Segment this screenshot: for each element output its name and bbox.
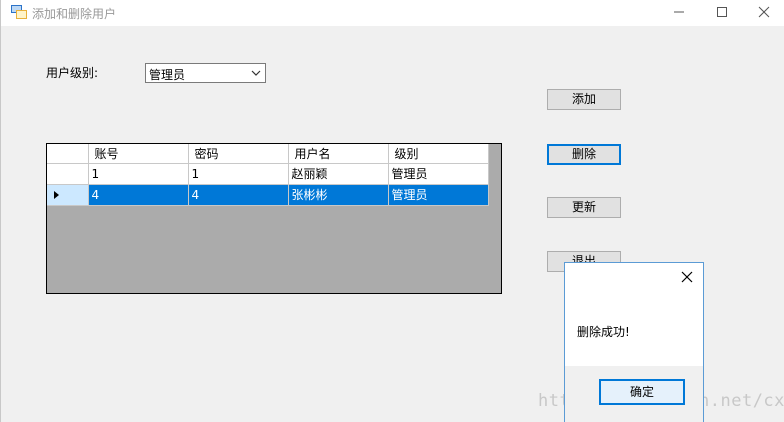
message-dialog: 删除成功! 确定 xyxy=(564,262,704,422)
main-window: 添加和删除用户 用户级别: 管理员 添加 删除 更新 退出 账号 密码 用户名 … xyxy=(0,0,784,422)
minimize-icon xyxy=(674,11,684,13)
title-bar[interactable]: 添加和删除用户 xyxy=(1,0,784,26)
delete-button[interactable]: 删除 xyxy=(547,144,621,165)
users-data-grid[interactable]: 账号 密码 用户名 级别 1 1 赵丽颖 管理员 4 4 张彬彬 管理员 xyxy=(46,143,502,294)
dialog-close-icon[interactable] xyxy=(679,269,695,285)
cell-username[interactable]: 赵丽颖 xyxy=(288,163,389,185)
maximize-button[interactable] xyxy=(699,0,745,24)
user-level-select[interactable]: 管理员 xyxy=(145,63,266,83)
column-header-level[interactable]: 级别 xyxy=(388,144,489,164)
row-header[interactable] xyxy=(47,163,89,185)
cell-level[interactable]: 管理员 xyxy=(388,163,489,185)
column-header-username[interactable]: 用户名 xyxy=(288,144,389,164)
cell-account[interactable]: 4 xyxy=(88,184,189,206)
dialog-footer: 确定 xyxy=(565,366,703,422)
cell-password[interactable]: 4 xyxy=(188,184,289,206)
users-table: 账号 密码 用户名 级别 1 1 赵丽颖 管理员 4 4 张彬彬 管理员 xyxy=(47,144,489,206)
window-title: 添加和删除用户 xyxy=(32,7,117,21)
corner-cell[interactable] xyxy=(47,144,89,164)
cell-username[interactable]: 张彬彬 xyxy=(288,184,389,206)
maximize-icon xyxy=(717,7,727,17)
ok-button[interactable]: 确定 xyxy=(599,379,685,405)
cell-account[interactable]: 1 xyxy=(88,163,189,185)
app-icon xyxy=(11,5,27,19)
current-row-arrow-icon xyxy=(54,190,59,199)
column-header-password[interactable]: 密码 xyxy=(188,144,289,164)
add-button[interactable]: 添加 xyxy=(547,89,621,110)
chevron-down-icon xyxy=(251,70,261,76)
cell-password[interactable]: 1 xyxy=(188,163,289,185)
table-row-selected[interactable]: 4 4 张彬彬 管理员 xyxy=(47,184,489,206)
table-row[interactable]: 1 1 赵丽颖 管理员 xyxy=(47,163,489,185)
close-icon xyxy=(758,6,770,18)
minimize-button[interactable] xyxy=(656,0,702,24)
update-button[interactable]: 更新 xyxy=(547,197,621,218)
cell-level[interactable]: 管理员 xyxy=(388,184,489,206)
dialog-message: 删除成功! xyxy=(577,325,630,339)
column-header-account[interactable]: 账号 xyxy=(88,144,189,164)
row-header[interactable] xyxy=(47,184,89,206)
user-level-label: 用户级别: xyxy=(46,66,99,80)
header-row: 账号 密码 用户名 级别 xyxy=(47,144,489,164)
close-button[interactable] xyxy=(741,0,784,24)
user-level-value: 管理员 xyxy=(149,68,186,82)
